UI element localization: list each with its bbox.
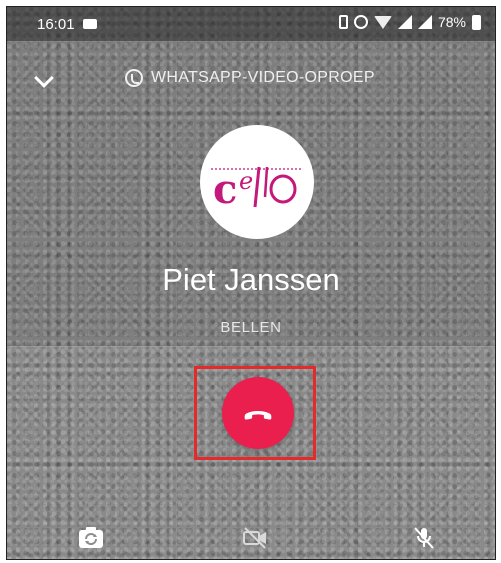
status-bar: 16:01 78%: [7, 7, 495, 41]
video-off-icon: [243, 527, 266, 549]
avatar: c e: [200, 125, 314, 239]
video-off-button[interactable]: [240, 525, 270, 551]
contact-name: Piet Janssen: [162, 262, 340, 297]
battery-percentage: 78%: [437, 14, 466, 30]
divider: [7, 346, 495, 347]
signal-icon: [397, 15, 412, 29]
svg-text:e: e: [239, 167, 253, 195]
cello-logo: c e: [211, 166, 303, 213]
call-screen: 16:01 78% WHATSAPP-VIDEO-OPROEP c e Piet…: [6, 6, 496, 560]
call-status: BELLEN: [220, 319, 282, 336]
switch-camera-icon: [79, 527, 103, 548]
video-notification-icon: [83, 19, 97, 29]
call-type-label: WHATSAPP-VIDEO-OPROEP: [125, 69, 375, 87]
signal-icon-2: [417, 15, 432, 29]
phone-hangup-icon: [244, 411, 272, 420]
mic-off-icon: [414, 527, 434, 549]
mute-button[interactable]: [409, 525, 439, 551]
battery-icon: [472, 14, 481, 30]
wifi-icon: [373, 15, 392, 29]
switch-camera-button[interactable]: [76, 525, 106, 551]
status-icons: 78%: [338, 14, 481, 30]
end-call-button[interactable]: [222, 377, 294, 449]
svg-text:c: c: [213, 166, 237, 213]
alarm-icon: [353, 15, 368, 29]
status-time: 16:01: [37, 16, 75, 33]
whatsapp-icon: [125, 69, 143, 87]
call-type-text: WHATSAPP-VIDEO-OPROEP: [151, 69, 375, 86]
vibrate-icon: [338, 15, 348, 29]
